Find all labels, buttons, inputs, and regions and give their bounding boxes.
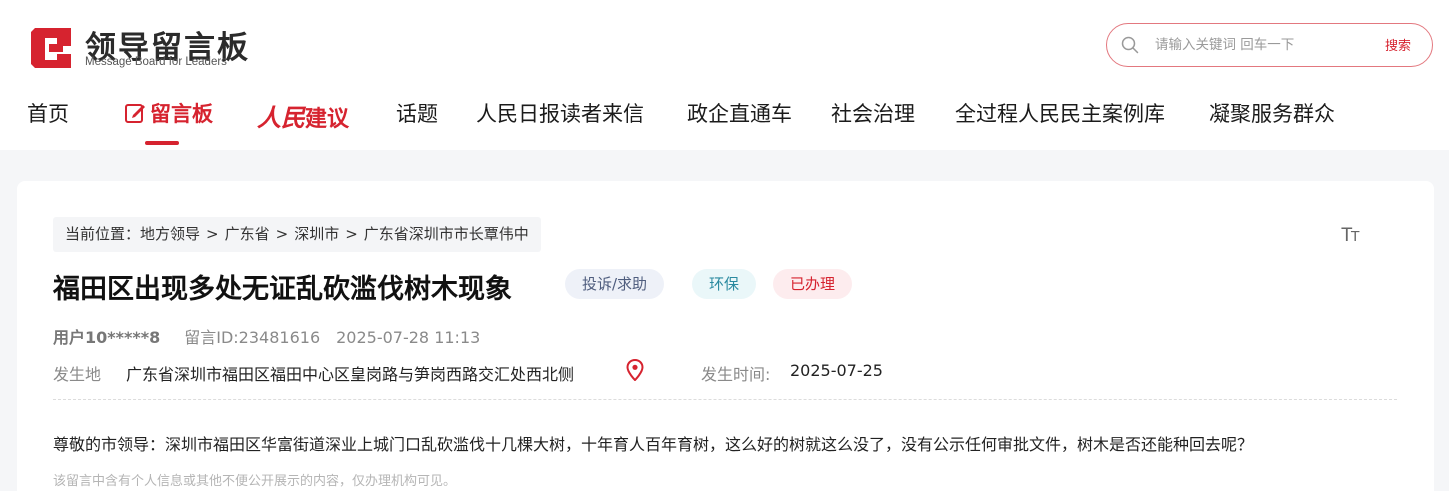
font-size-toggle-big: T bbox=[1341, 225, 1353, 246]
nav-item-home[interactable]: 首页 bbox=[27, 98, 69, 128]
place-label: 发生地 bbox=[53, 365, 102, 384]
nav-item-message-board-label: 留言板 bbox=[150, 102, 213, 126]
breadcrumb-prefix: 当前位置： bbox=[65, 225, 141, 243]
message-body: 尊敬的市领导：深圳市福田区华富街道深业上城门口乱砍滥伐十几棵大树，十年育人百年育… bbox=[53, 435, 1254, 454]
site-logo[interactable]: 领导留言板 Message Board for Leaders bbox=[27, 22, 257, 74]
font-size-toggle-icon[interactable]: TT bbox=[1341, 225, 1360, 247]
breadcrumb-separator: > bbox=[345, 225, 358, 243]
breadcrumb-item-local-leaders[interactable]: 地方领导 bbox=[140, 225, 200, 243]
nav-item-readers-letters[interactable]: 人民日报读者来信 bbox=[476, 98, 644, 128]
search-icon bbox=[1121, 36, 1139, 54]
privacy-notice: 该留言中含有个人信息或其他不便公开展示的内容，仅办理机构可见。 bbox=[53, 474, 457, 489]
logo-subtitle: Message Board for Leaders bbox=[85, 56, 227, 68]
breadcrumb-item-province[interactable]: 广东省 bbox=[225, 225, 270, 243]
occur-time-value: 2025-07-25 bbox=[790, 361, 883, 380]
breadcrumb-item-leader[interactable]: 广东省深圳市市长覃伟中 bbox=[364, 225, 529, 243]
message-id: 留言ID:23481616 bbox=[184, 328, 321, 347]
content-divider bbox=[53, 399, 1397, 400]
font-size-toggle-small: T bbox=[1350, 228, 1360, 245]
people-suggestion-logo-text: 人民 bbox=[257, 103, 305, 132]
search-button[interactable]: 搜索 bbox=[1385, 35, 1411, 54]
message-detail-card: 当前位置：地方领导 > 广东省 > 深圳市 > 广东省深圳市市长覃伟中 TT 福田区出现多处… bbox=[17, 181, 1434, 491]
nav-item-message-board[interactable]: 留言板 bbox=[124, 98, 213, 128]
top-header: 领导留言板 Message Board for Leaders 搜索 首页 留言… bbox=[0, 0, 1449, 150]
nav-item-democracy-cases[interactable]: 全过程人民民主案例库 bbox=[955, 98, 1165, 128]
nav-item-serve-masses[interactable]: 凝聚服务群众 bbox=[1209, 98, 1335, 128]
logo-mark-icon bbox=[31, 28, 71, 68]
breadcrumb-item-city[interactable]: 深圳市 bbox=[294, 225, 339, 243]
breadcrumb: 当前位置：地方领导 > 广东省 > 深圳市 > 广东省深圳市市长覃伟中 bbox=[53, 217, 541, 252]
map-pin-icon[interactable] bbox=[626, 359, 644, 381]
search-input[interactable] bbox=[1155, 34, 1355, 56]
people-suggestion-label: 建议 bbox=[305, 107, 350, 132]
breadcrumb-separator: > bbox=[275, 225, 289, 243]
search-box: 搜索 bbox=[1106, 23, 1433, 67]
message-meta: 用户10*****8 留言ID:23481616 2025-07-28 11:13 bbox=[53, 324, 480, 348]
type-tag: 投诉/求助 bbox=[565, 269, 665, 299]
breadcrumb-separator: > bbox=[206, 225, 219, 243]
message-title: 福田区出现多处无证乱砍滥伐树木现象 bbox=[53, 274, 512, 305]
occur-time-label: 发生时间: bbox=[701, 365, 771, 384]
nav-item-topics[interactable]: 话题 bbox=[396, 98, 438, 128]
author-name: 用户10*****8 bbox=[53, 328, 161, 347]
nav-item-social-governance[interactable]: 社会治理 bbox=[831, 98, 915, 128]
main-nav: 首页 留言板 人民建议 话题 人民日报读者来信 政企直通车 社会治理 全过程人民… bbox=[0, 98, 1449, 148]
domain-tag: 环保 bbox=[692, 269, 757, 299]
edit-icon bbox=[125, 104, 145, 123]
nav-item-people-suggestion[interactable]: 人民建议 bbox=[257, 98, 349, 133]
place-value: 广东省深圳市福田区福田中心区皇岗路与笋岗西路交汇处西北侧 bbox=[126, 365, 575, 384]
active-nav-underline bbox=[145, 141, 179, 145]
posted-time: 2025-07-28 11:13 bbox=[336, 328, 481, 347]
nav-item-business-express[interactable]: 政企直通车 bbox=[687, 98, 792, 128]
status-badge: 已办理 bbox=[773, 269, 853, 299]
